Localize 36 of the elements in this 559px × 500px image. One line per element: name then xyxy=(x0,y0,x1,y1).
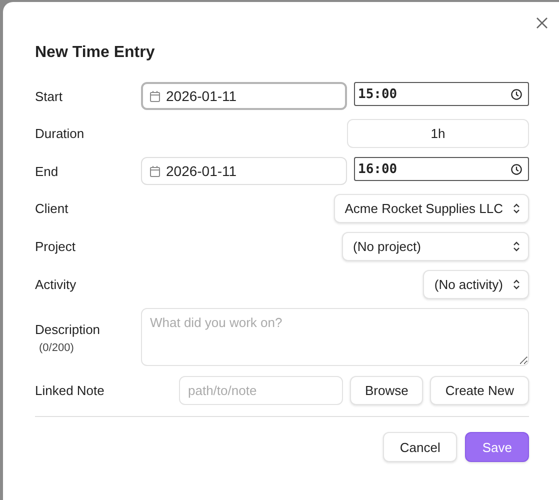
field-label: Client xyxy=(35,201,70,216)
time-field[interactable]: 15:00 xyxy=(354,82,529,106)
time-value: 16:00 xyxy=(358,162,398,176)
note-button[interactable]: Create New xyxy=(430,376,529,405)
clock-icon xyxy=(511,88,522,100)
note-button[interactable]: Browse xyxy=(350,376,424,405)
field-label: End xyxy=(35,164,60,178)
calendar-icon xyxy=(150,90,160,102)
field-label: Duration xyxy=(35,126,86,141)
field-label: Description xyxy=(35,322,102,337)
calendar-icon xyxy=(150,166,160,176)
duration-field[interactable]: 1h xyxy=(347,119,529,148)
dialog-title: New Time Entry xyxy=(35,44,156,62)
field-label: Start xyxy=(35,88,64,104)
chevron-icon xyxy=(513,203,520,214)
clock-icon xyxy=(511,164,522,174)
close-icon[interactable] xyxy=(536,17,548,29)
chevron-icon xyxy=(513,241,520,252)
date-value: 2026-01-11 xyxy=(166,88,237,104)
description-field[interactable]: What did you work on? xyxy=(141,308,529,366)
character-counter: (0/200) xyxy=(38,342,75,354)
date-field[interactable]: 2026-01-11 xyxy=(141,82,347,110)
note-path-field[interactable]: path/to/note xyxy=(179,376,343,405)
field-label: Linked Note xyxy=(35,383,106,398)
field-label: Activity xyxy=(35,277,78,292)
cancel-button[interactable]: Cancel xyxy=(382,432,458,462)
select-dropdown[interactable]: Acme Rocket Supplies LLC xyxy=(334,194,529,223)
save-button[interactable]: Save xyxy=(465,432,529,462)
select-dropdown[interactable]: (No activity) xyxy=(423,270,529,299)
date-field[interactable]: 2026-01-11 xyxy=(141,157,347,185)
date-value: 2026-01-11 xyxy=(166,163,237,179)
chevron-icon xyxy=(513,279,520,290)
select-dropdown[interactable]: (No project) xyxy=(342,232,529,261)
field-label: Project xyxy=(35,239,76,254)
time-field[interactable]: 16:00 xyxy=(354,157,529,181)
time-value: 15:00 xyxy=(358,86,398,102)
